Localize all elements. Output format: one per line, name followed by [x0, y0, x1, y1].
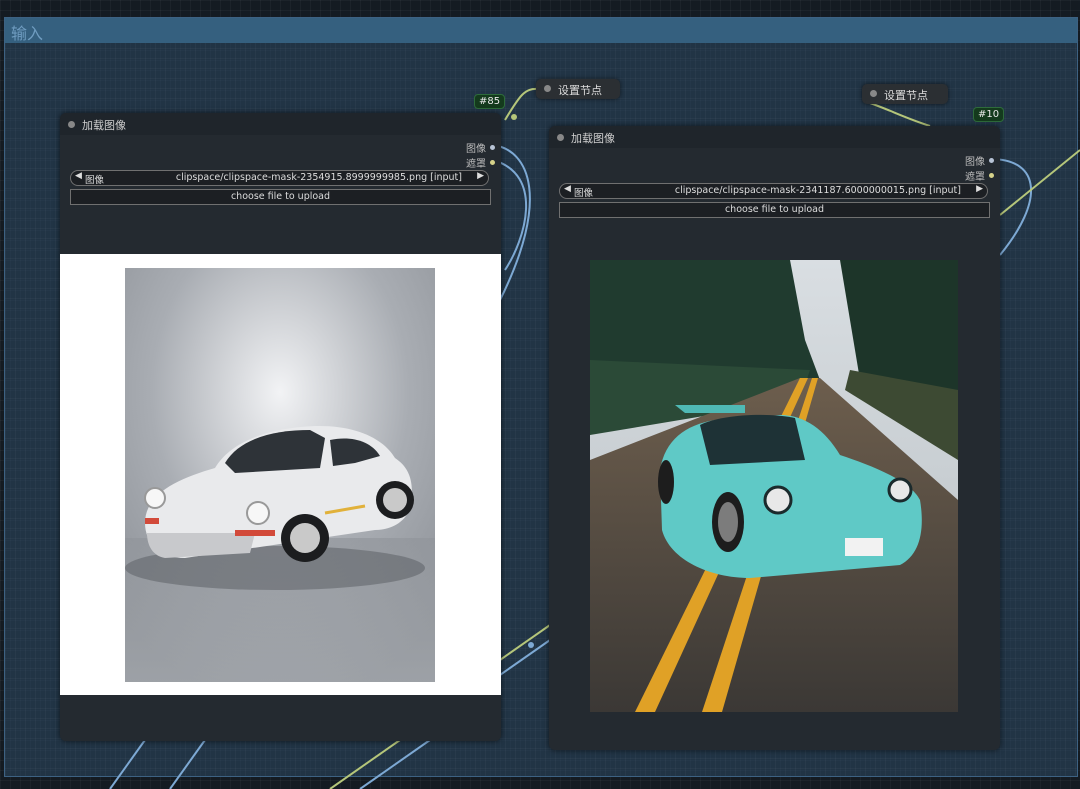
set-node-2[interactable]: 设置节点 [862, 84, 948, 104]
node-id-badge: #85 [474, 94, 506, 109]
wire-bottom-4 [359, 739, 431, 789]
image-preview [60, 254, 501, 695]
set-node-dot [544, 85, 551, 92]
node-id-badge: #10 [973, 107, 1005, 122]
node-title-bar[interactable]: 加载图像 [549, 126, 1000, 148]
preview-image-white-car [125, 268, 435, 682]
load-image-node-right[interactable]: 加载图像 图像 遮罩 ◀ 图像 clipspace/clipspace-mask… [549, 126, 1000, 750]
wire-bottom-3 [329, 739, 401, 789]
combo-value: clipspace/clipspace-mask-2354915.8999999… [175, 172, 462, 183]
combo-value: clipspace/clipspace-mask-2341187.6000000… [674, 185, 961, 196]
set-node-dot [870, 90, 877, 97]
wire-mask-right [999, 149, 1080, 216]
output-socket-icon[interactable] [989, 173, 994, 178]
combo-right-arrow-icon[interactable]: ▶ [477, 171, 484, 181]
output-label: 图像 [466, 144, 486, 155]
output-label: 遮罩 [466, 159, 486, 170]
output-label: 遮罩 [965, 172, 985, 183]
output-image[interactable]: 图像 [466, 140, 495, 155]
set-node-label: 设置节点 [884, 89, 928, 102]
combo-left-arrow-icon[interactable]: ◀ [564, 184, 571, 194]
combo-left-arrow-icon[interactable]: ◀ [75, 171, 82, 181]
wire-setnode-2 [869, 102, 931, 127]
collapse-dot-icon[interactable] [557, 134, 564, 141]
image-combo[interactable]: ◀ 图像 clipspace/clipspace-mask-2341187.60… [559, 183, 988, 199]
output-image[interactable]: 图像 [965, 153, 994, 168]
wire-setnode-1 [504, 87, 539, 121]
preview-image-teal-car [590, 260, 958, 712]
output-socket-icon[interactable] [989, 158, 994, 163]
wire-reroute-dot [511, 114, 517, 120]
output-socket-icon[interactable] [490, 145, 495, 150]
output-mask[interactable]: 遮罩 [965, 168, 994, 183]
wire-bottom-1 [109, 739, 146, 789]
combo-label: 图像 [574, 188, 594, 199]
load-image-node-left[interactable]: 加载图像 图像 遮罩 ◀ 图像 clipspace/clipspace-mask… [60, 113, 501, 741]
wire-bottom-2 [169, 739, 206, 789]
combo-right-arrow-icon[interactable]: ▶ [976, 184, 983, 194]
wire-mid-2 [499, 639, 551, 676]
wire-reroute-dot-2 [528, 642, 534, 648]
output-socket-icon[interactable] [490, 160, 495, 165]
combo-label: 图像 [85, 175, 105, 186]
wire-mid-1 [499, 624, 551, 661]
node-title: 加载图像 [82, 119, 126, 132]
node-title-bar[interactable]: 加载图像 [60, 113, 501, 135]
image-combo[interactable]: ◀ 图像 clipspace/clipspace-mask-2354915.89… [70, 170, 489, 186]
output-mask[interactable]: 遮罩 [466, 155, 495, 170]
set-node-label: 设置节点 [558, 84, 602, 97]
output-label: 图像 [965, 157, 985, 168]
collapse-dot-icon[interactable] [68, 121, 75, 128]
upload-button[interactable]: choose file to upload [70, 189, 491, 205]
upload-button[interactable]: choose file to upload [559, 202, 990, 218]
node-title: 加载图像 [571, 132, 615, 145]
set-node-1[interactable]: 设置节点 [536, 79, 620, 99]
